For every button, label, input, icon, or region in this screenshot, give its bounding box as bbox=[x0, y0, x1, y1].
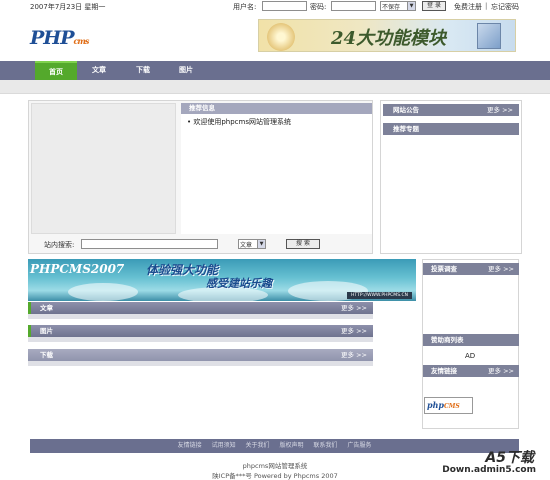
friend-links-title: 友情链接 bbox=[431, 367, 457, 375]
special-topics-title: 推荐专题 bbox=[393, 125, 419, 133]
main-nav: 首页 文章 下载 图片 bbox=[0, 61, 550, 80]
sub-nav-bar bbox=[0, 80, 550, 94]
announcement-more-link[interactable]: 更多 >> bbox=[487, 104, 513, 116]
nav-item-articles[interactable]: 文章 bbox=[86, 61, 112, 80]
nav-item-downloads[interactable]: 下载 bbox=[130, 61, 156, 80]
cloud-decoration bbox=[68, 283, 138, 301]
category-title: 文章 bbox=[40, 304, 53, 312]
category-more-link[interactable]: 更多 >> bbox=[341, 325, 367, 337]
sponsor-title: 赞助商列表 bbox=[431, 336, 464, 344]
chevron-down-icon: ▼ bbox=[257, 240, 265, 248]
accent-marker bbox=[28, 302, 31, 314]
top-bar: 2007年7月23日 星期一 用户名: 密码: 不保存 ▼ 登 录 免费注册 |… bbox=[0, 0, 550, 13]
password-input[interactable] bbox=[331, 1, 376, 11]
partner-logo-sub: CMS bbox=[444, 403, 460, 410]
login-button[interactable]: 登 录 bbox=[422, 1, 446, 11]
nav-item-pictures[interactable]: 图片 bbox=[173, 61, 199, 80]
recommend-header: 推荐信息 bbox=[181, 103, 372, 114]
header-banner[interactable]: 24大功能模块 bbox=[258, 19, 516, 52]
category-bar-articles: 文章 更多 >> bbox=[28, 302, 373, 314]
search-button[interactable]: 搜 索 bbox=[286, 239, 320, 249]
footer-link-contact[interactable]: 联系我们 bbox=[313, 442, 337, 449]
logo-text: PHP bbox=[30, 27, 75, 49]
vote-title: 投票调查 bbox=[431, 265, 457, 273]
username-label: 用户名: bbox=[233, 3, 257, 11]
forgot-password-link[interactable]: 忘记密码 bbox=[491, 2, 519, 12]
username-input[interactable] bbox=[262, 1, 307, 11]
register-link[interactable]: 免费注册 bbox=[454, 2, 482, 12]
current-date: 2007年7月23日 星期一 bbox=[30, 3, 106, 11]
footer-link-trial[interactable]: 试用须知 bbox=[212, 442, 236, 449]
logo-sub-text: cms bbox=[73, 36, 90, 46]
category-more-link[interactable]: 更多 >> bbox=[341, 302, 367, 314]
cube-icon bbox=[477, 23, 501, 49]
promo-url: HTTP://WWW.PHPCMS.CN bbox=[347, 292, 412, 299]
category-bar-downloads: 下载 更多 >> bbox=[28, 349, 373, 361]
remember-select[interactable]: 不保存 ▼ bbox=[380, 1, 416, 11]
footer-link-about[interactable]: 关于我们 bbox=[246, 442, 270, 449]
partner-logo[interactable]: phpCMS bbox=[424, 397, 473, 414]
footer-link-ads[interactable]: 广告服务 bbox=[347, 442, 371, 449]
footer-link-copyright[interactable]: 版权声明 bbox=[279, 442, 303, 449]
promo-banner[interactable]: PHPCMS2007 体验强大功能 感受建站乐趣 HTTP://WWW.PHPC… bbox=[28, 259, 416, 301]
footer-link-friend[interactable]: 友情链接 bbox=[178, 442, 202, 449]
watermark-url: Down.admin5.com bbox=[442, 465, 536, 475]
search-label: 站内搜索: bbox=[44, 241, 75, 249]
watermark: A5下载 Down.admin5.com bbox=[432, 447, 542, 480]
chevron-down-icon: ▼ bbox=[407, 2, 415, 10]
category-content-pictures bbox=[28, 337, 373, 342]
password-label: 密码: bbox=[310, 3, 327, 11]
category-bar-pictures: 图片 更多 >> bbox=[28, 325, 373, 337]
special-topics-header: 推荐专题 bbox=[383, 123, 519, 135]
promo-slogan-2: 感受建站乐趣 bbox=[206, 277, 272, 290]
category-title: 图片 bbox=[40, 327, 53, 335]
accent-marker bbox=[28, 325, 31, 337]
category-content-articles bbox=[28, 314, 373, 319]
ad-placeholder[interactable]: AD bbox=[465, 352, 475, 360]
announcement-header: 网站公告 更多 >> bbox=[383, 104, 519, 116]
header-banner-text: 24大功能模块 bbox=[331, 28, 447, 49]
flower-decoration-icon bbox=[267, 23, 295, 51]
partner-logo-text: php bbox=[427, 400, 445, 410]
search-type-select[interactable]: 文章 ▼ bbox=[238, 239, 266, 249]
divider: | bbox=[485, 2, 488, 10]
vote-more-link[interactable]: 更多 >> bbox=[488, 263, 514, 275]
remember-select-value: 不保存 bbox=[382, 4, 401, 11]
friend-links-more-link[interactable]: 更多 >> bbox=[488, 365, 514, 377]
site-logo[interactable]: PHPcms bbox=[30, 27, 90, 49]
category-title: 下载 bbox=[40, 351, 53, 359]
promo-brand: PHPCMS2007 bbox=[30, 262, 125, 276]
vote-header: 投票调查 更多 >> bbox=[423, 263, 519, 275]
search-type-value: 文章 bbox=[240, 242, 253, 249]
watermark-title: A5下载 bbox=[485, 450, 534, 466]
friend-links-header: 友情链接 更多 >> bbox=[423, 365, 519, 377]
category-more-link[interactable]: 更多 >> bbox=[341, 349, 367, 361]
recommend-item[interactable]: • 欢迎使用phpcms网站管理系统 bbox=[187, 117, 291, 127]
search-input[interactable] bbox=[81, 239, 218, 249]
sponsor-header: 赞助商列表 bbox=[423, 334, 519, 346]
nav-item-home[interactable]: 首页 bbox=[35, 61, 77, 80]
featured-image[interactable] bbox=[31, 103, 176, 234]
announcement-title: 网站公告 bbox=[393, 106, 419, 114]
category-content-downloads bbox=[28, 361, 373, 366]
